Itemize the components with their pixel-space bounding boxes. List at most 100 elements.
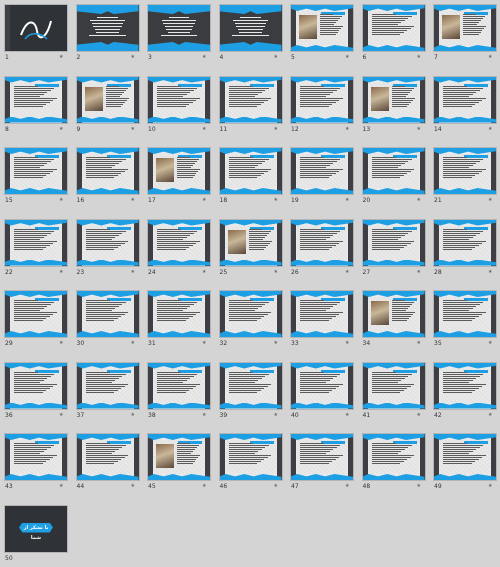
slide-thumbnail[interactable] [434, 5, 496, 51]
slide-thumbnail-cell[interactable]: 42 ★ [431, 360, 500, 424]
slide-thumbnail-cell[interactable]: 24 ★ [145, 217, 215, 281]
slide-thumbnail[interactable] [219, 76, 282, 123]
slide-thumbnail[interactable] [76, 291, 139, 337]
slide-thumbnail-cell[interactable]: 3 ★ [145, 2, 215, 66]
slide-thumbnail-cell[interactable]: 32 ★ [217, 288, 287, 352]
slide-thumbnail[interactable] [291, 434, 353, 480]
slide-thumbnail[interactable] [291, 76, 353, 123]
slide-thumbnail[interactable] [148, 5, 210, 51]
slide-thumbnail-cell[interactable]: 11 ★ [217, 74, 287, 138]
slide-thumbnail-cell[interactable]: 19 ★ [288, 145, 358, 209]
slide-thumbnail-cell[interactable]: 16 ★ [74, 145, 144, 209]
slide-thumbnail-cell[interactable]: 18 ★ [217, 145, 287, 209]
slide-thumbnail[interactable] [76, 148, 139, 194]
slide-thumbnail-cell[interactable]: 1 ★ [2, 2, 72, 66]
slide-thumbnail[interactable] [434, 362, 496, 409]
slide-thumbnail-cell[interactable]: 4 ★ [217, 2, 287, 66]
slide-thumbnail-cell[interactable]: 26 ★ [288, 217, 358, 281]
slide-thumbnail-cell[interactable]: 39 ★ [217, 360, 287, 424]
slide-thumbnail-cell[interactable]: 9 ★ [74, 74, 144, 138]
slide-thumbnail-cell[interactable]: 48 ★ [360, 431, 430, 495]
slide-thumbnail[interactable] [291, 291, 353, 337]
slide-thumbnail[interactable] [76, 434, 139, 480]
slide-thumbnail[interactable]: با تشکر از شما [5, 505, 67, 552]
slide-thumbnail[interactable] [291, 362, 353, 409]
slide-thumbnail[interactable] [362, 148, 425, 194]
slide-thumbnail-cell[interactable]: 33 ★ [288, 288, 358, 352]
slide-thumbnail-cell[interactable]: 28 ★ [431, 217, 500, 281]
slide-thumbnail[interactable] [362, 291, 425, 337]
slide-thumbnail-cell[interactable]: 34 ★ [360, 288, 430, 352]
slide-thumbnail[interactable] [219, 291, 282, 337]
slide-thumbnail-cell[interactable]: 27 ★ [360, 217, 430, 281]
slide-thumbnail[interactable] [148, 219, 210, 266]
slide-thumbnail[interactable] [76, 76, 139, 123]
slide-thumbnail-cell[interactable]: 15 ★ [2, 145, 72, 209]
slide-thumbnail[interactable] [291, 148, 353, 194]
slide-thumbnail-cell[interactable]: 25 ★ [217, 217, 287, 281]
slide-thumbnail[interactable] [148, 434, 210, 480]
slide-thumbnail-cell[interactable]: 14 ★ [431, 74, 500, 138]
slide-thumbnail[interactable] [434, 76, 496, 123]
slide-thumbnail-cell[interactable]: 37 ★ [74, 360, 144, 424]
slide-thumbnail[interactable] [362, 434, 425, 480]
slide-thumbnail-cell[interactable]: 5 ★ [288, 2, 358, 66]
slide-thumbnail-cell[interactable]: 17 ★ [145, 145, 215, 209]
slide-thumbnail-cell[interactable]: 7 ★ [431, 2, 500, 66]
slide-thumbnail[interactable] [219, 148, 282, 194]
slide-thumbnail[interactable] [5, 434, 67, 480]
slide-thumbnail-cell[interactable]: 8 ★ [2, 74, 72, 138]
slide-thumbnail[interactable] [219, 362, 282, 409]
slide-thumbnail-cell[interactable]: با تشکر از شما 50 [2, 503, 72, 567]
slide-thumbnail-cell[interactable]: 2 ★ [74, 2, 144, 66]
slide-thumbnail[interactable] [434, 219, 496, 266]
slide-thumbnail[interactable] [291, 5, 353, 51]
slide-thumbnail[interactable] [219, 5, 282, 51]
slide-thumbnail[interactable] [362, 5, 425, 51]
slide-thumbnail-cell[interactable]: 12 ★ [288, 74, 358, 138]
slide-thumbnail[interactable] [434, 148, 496, 194]
slide-thumbnail[interactable] [5, 291, 67, 337]
slide-thumbnail[interactable] [434, 434, 496, 480]
slide-thumbnail[interactable] [148, 291, 210, 337]
slide-thumbnail[interactable] [219, 219, 282, 266]
slide-thumbnail-cell[interactable]: 6 ★ [360, 2, 430, 66]
slide-thumbnail-cell[interactable]: 13 ★ [360, 74, 430, 138]
slide-thumbnail-cell[interactable]: 40 ★ [288, 360, 358, 424]
slide-thumbnail-cell[interactable]: 43 ★ [2, 431, 72, 495]
slide-thumbnail-cell[interactable]: 46 ★ [217, 431, 287, 495]
slide-thumbnail-cell[interactable]: 41 ★ [360, 360, 430, 424]
slide-thumbnail[interactable] [434, 291, 496, 337]
slide-thumbnail[interactable] [362, 219, 425, 266]
slide-thumbnail-cell[interactable]: 23 ★ [74, 217, 144, 281]
slide-thumbnail[interactable] [76, 5, 139, 51]
slide-thumbnail[interactable] [5, 5, 67, 51]
slide-thumbnail-cell[interactable]: 29 ★ [2, 288, 72, 352]
slide-thumbnail-cell[interactable]: 44 ★ [74, 431, 144, 495]
slide-thumbnail-cell[interactable]: 45 ★ [145, 431, 215, 495]
slide-thumbnail-cell[interactable]: 47 ★ [288, 431, 358, 495]
slide-thumbnail[interactable] [362, 362, 425, 409]
slide-thumbnail[interactable] [219, 434, 282, 480]
slide-thumbnail[interactable] [362, 76, 425, 123]
slide-thumbnail-cell[interactable]: 49 ★ [431, 431, 500, 495]
slide-thumbnail-cell[interactable]: 20 ★ [360, 145, 430, 209]
slide-thumbnail[interactable] [76, 219, 139, 266]
slide-thumbnail[interactable] [5, 362, 67, 409]
slide-thumbnail[interactable] [148, 148, 210, 194]
slide-thumbnail[interactable] [291, 219, 353, 266]
slide-thumbnail-cell[interactable]: 30 ★ [74, 288, 144, 352]
slide-thumbnail-cell[interactable]: 22 ★ [2, 217, 72, 281]
slide-thumbnail[interactable] [5, 76, 67, 123]
slide-thumbnail[interactable] [148, 76, 210, 123]
slide-thumbnail[interactable] [76, 362, 139, 409]
slide-thumbnail-cell[interactable]: 35 ★ [431, 288, 500, 352]
slide-thumbnail[interactable] [148, 362, 210, 409]
slide-thumbnail-cell[interactable]: 38 ★ [145, 360, 215, 424]
slide-thumbnail[interactable] [5, 148, 67, 194]
slide-thumbnail-cell[interactable]: 31 ★ [145, 288, 215, 352]
slide-thumbnail-cell[interactable]: 21 ★ [431, 145, 500, 209]
slide-thumbnail[interactable] [5, 219, 67, 266]
slide-thumbnail-cell[interactable]: 10 ★ [145, 74, 215, 138]
slide-thumbnail-cell[interactable]: 36 ★ [2, 360, 72, 424]
